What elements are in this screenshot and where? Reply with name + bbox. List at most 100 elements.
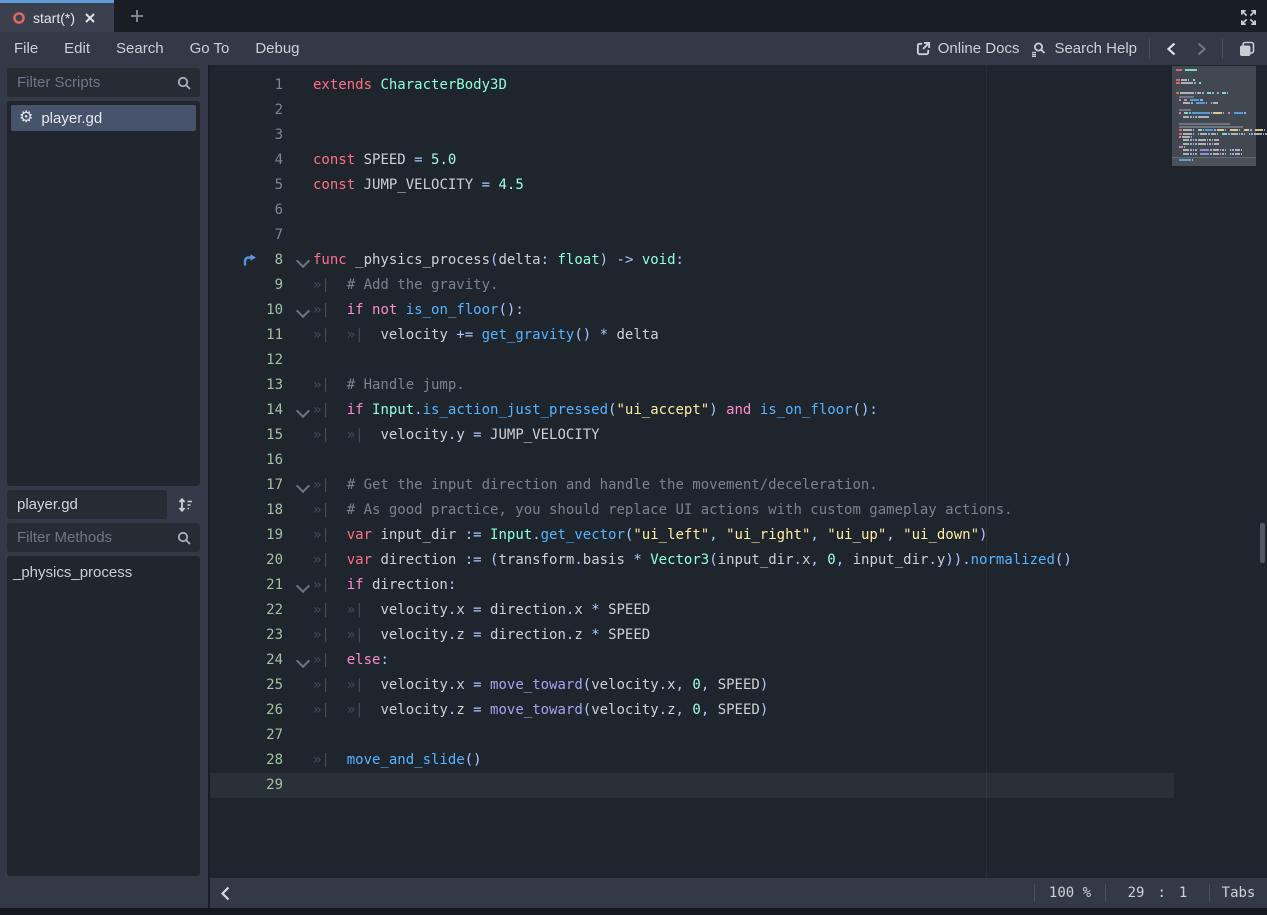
line-number[interactable]: 26: [210, 698, 283, 723]
plus-icon: [130, 9, 144, 23]
line-number[interactable]: 29: [210, 773, 283, 798]
tab-close-icon[interactable]: [84, 12, 96, 24]
search-help-button[interactable]: Search Help: [1031, 40, 1137, 57]
line-number[interactable]: 16: [210, 448, 283, 473]
fold-chevron-icon[interactable]: [296, 254, 310, 268]
distraction-free-toggle[interactable]: [1237, 6, 1259, 28]
line-number[interactable]: 6: [210, 198, 283, 223]
menu-file[interactable]: File: [14, 40, 38, 57]
line-number[interactable]: 5: [210, 173, 283, 198]
line-number[interactable]: 2: [210, 98, 283, 123]
code-line[interactable]: 14»|if Input.is_action_just_pressed("ui_…: [210, 398, 1267, 423]
fold-chevron-icon[interactable]: [296, 479, 310, 493]
minimap[interactable]: [1172, 66, 1256, 166]
line-number[interactable]: 4: [210, 148, 283, 173]
fold-chevron-icon[interactable]: [296, 579, 310, 593]
code-line[interactable]: 18»|# As good practice, you should repla…: [210, 498, 1267, 523]
code-line[interactable]: 28»|move_and_slide(): [210, 748, 1267, 773]
line-number[interactable]: 7: [210, 223, 283, 248]
line-number[interactable]: 19: [210, 523, 283, 548]
filter-methods-input[interactable]: [7, 529, 176, 546]
chevron-right-icon: [1196, 42, 1207, 56]
history-back-button[interactable]: [1162, 42, 1180, 56]
code-line[interactable]: 13»|# Handle jump.: [210, 373, 1267, 398]
line-number[interactable]: 18: [210, 498, 283, 523]
line-number[interactable]: 24: [210, 648, 283, 673]
zoom-level[interactable]: 100 %: [1035, 885, 1105, 901]
line-number[interactable]: 11: [210, 323, 283, 348]
code-line[interactable]: 1extends CharacterBody3D: [210, 73, 1267, 98]
cursor-position[interactable]: 29 : 1: [1106, 885, 1209, 901]
script-name-input[interactable]: [7, 496, 167, 513]
code-line[interactable]: 20»|var direction := (transform.basis * …: [210, 548, 1267, 573]
line-number[interactable]: 27: [210, 723, 283, 748]
code-line[interactable]: 12: [210, 348, 1267, 373]
code-editor[interactable]: 1extends CharacterBody3D234const SPEED =…: [210, 65, 1267, 878]
line-number[interactable]: 10: [210, 298, 283, 323]
history-forward-button[interactable]: [1192, 42, 1210, 56]
line-number[interactable]: 14: [210, 398, 283, 423]
code-line[interactable]: 17»|# Get the input direction and handle…: [210, 473, 1267, 498]
code-line[interactable]: 11»|»|velocity += get_gravity() * delta: [210, 323, 1267, 348]
line-number[interactable]: 28: [210, 748, 283, 773]
code-line[interactable]: 21»|if direction:: [210, 573, 1267, 598]
line-number[interactable]: 21: [210, 573, 283, 598]
script-list-item-player[interactable]: ⚙ player.gd: [11, 105, 196, 131]
code-line[interactable]: 3: [210, 123, 1267, 148]
new-tab-button[interactable]: [122, 0, 152, 32]
search-icon: [176, 530, 192, 546]
indent-type[interactable]: Tabs: [1210, 885, 1267, 901]
code-line[interactable]: 26»|»|velocity.z = move_toward(velocity.…: [210, 698, 1267, 723]
code-line[interactable]: 6: [210, 198, 1267, 223]
code-line[interactable]: 15»|»|velocity.y = JUMP_VELOCITY: [210, 423, 1267, 448]
vertical-scrollbar[interactable]: [1260, 523, 1265, 563]
method-list-item[interactable]: _physics_process: [13, 564, 132, 581]
script-panel-toggle[interactable]: [1235, 40, 1259, 58]
line-number[interactable]: 12: [210, 348, 283, 373]
menu-goto[interactable]: Go To: [190, 40, 230, 57]
filter-scripts-input[interactable]: [7, 74, 176, 91]
sort-methods-button[interactable]: [172, 493, 198, 517]
script-tab-bar: start(*): [0, 0, 1267, 32]
fold-chevron-icon[interactable]: [296, 654, 310, 668]
tab-start[interactable]: start(*): [0, 0, 114, 32]
code-line[interactable]: 24»|else:: [210, 648, 1267, 673]
line-number[interactable]: 23: [210, 623, 283, 648]
code-line[interactable]: 8func _physics_process(delta: float) -> …: [210, 248, 1267, 273]
line-number[interactable]: 22: [210, 598, 283, 623]
line-number[interactable]: 1: [210, 73, 283, 98]
line-number[interactable]: 8: [210, 248, 283, 273]
line-number[interactable]: 20: [210, 548, 283, 573]
code-line[interactable]: 23»|»|velocity.z = direction.z * SPEED: [210, 623, 1267, 648]
code-line[interactable]: 9»|# Add the gravity.: [210, 273, 1267, 298]
menu-edit[interactable]: Edit: [64, 40, 90, 57]
code-line[interactable]: 22»|»|velocity.x = direction.x * SPEED: [210, 598, 1267, 623]
divider: [1149, 39, 1150, 59]
code-line[interactable]: 4const SPEED = 5.0: [210, 148, 1267, 173]
code-line[interactable]: 25»|»|velocity.x = move_toward(velocity.…: [210, 673, 1267, 698]
line-number[interactable]: 15: [210, 423, 283, 448]
code-line[interactable]: 29: [210, 773, 1267, 798]
code-line[interactable]: 7: [210, 223, 1267, 248]
code-line[interactable]: 19»|var input_dir := Input.get_vector("u…: [210, 523, 1267, 548]
line-number[interactable]: 17: [210, 473, 283, 498]
external-link-icon: [916, 41, 931, 56]
code-line[interactable]: 10»|if not is_on_floor():: [210, 298, 1267, 323]
online-docs-button[interactable]: Online Docs: [916, 40, 1020, 57]
menu-search[interactable]: Search: [116, 40, 164, 57]
fold-chevron-icon[interactable]: [296, 304, 310, 318]
code-line[interactable]: 27: [210, 723, 1267, 748]
line-number[interactable]: 3: [210, 123, 283, 148]
line-number[interactable]: 13: [210, 373, 283, 398]
godot-script-editor-window: start(*) File Edit Search Go To: [0, 0, 1267, 915]
fold-chevron-icon[interactable]: [296, 404, 310, 418]
fullscreen-icon: [1239, 8, 1258, 27]
code-line[interactable]: 2: [210, 98, 1267, 123]
code-line[interactable]: 5const JUMP_VELOCITY = 4.5: [210, 173, 1267, 198]
line-number[interactable]: 25: [210, 673, 283, 698]
menu-bar: File Edit Search Go To Debug Online Docs: [0, 32, 1267, 65]
toggle-scripts-panel-button[interactable]: [220, 886, 231, 901]
code-line[interactable]: 16: [210, 448, 1267, 473]
line-number[interactable]: 9: [210, 273, 283, 298]
menu-debug[interactable]: Debug: [255, 40, 299, 57]
